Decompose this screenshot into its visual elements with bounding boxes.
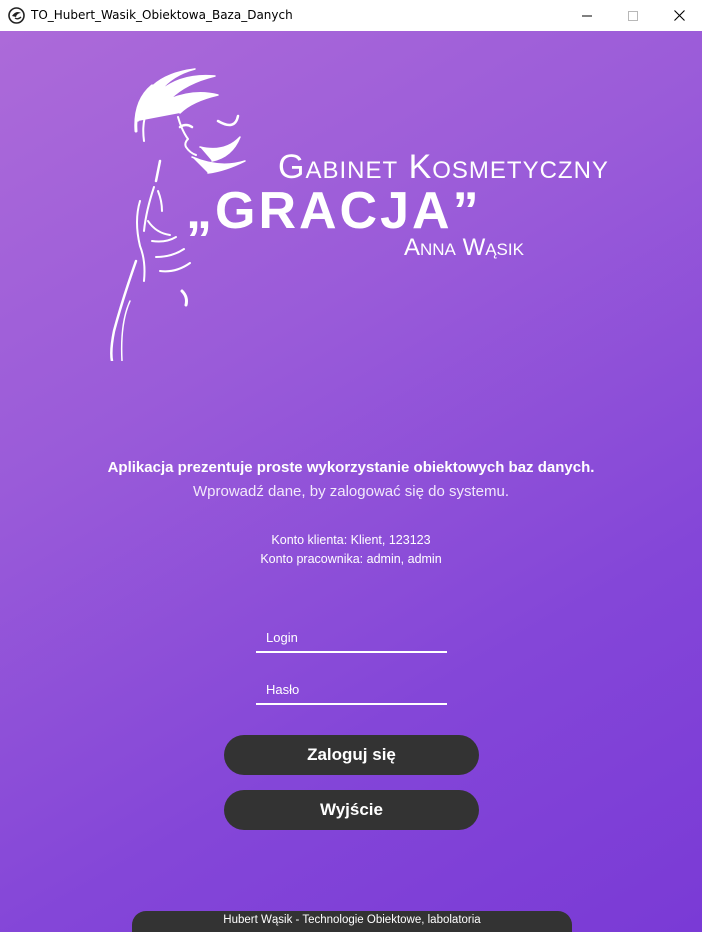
minimize-icon bbox=[582, 15, 592, 16]
intro-instruction: Wprowadź dane, by zalogować się do syste… bbox=[193, 483, 509, 500]
maximize-icon bbox=[628, 10, 638, 21]
exit-button[interactable]: Wyjście bbox=[224, 790, 479, 830]
password-input[interactable] bbox=[256, 675, 447, 703]
client-account-info: Konto klienta: Klient, 123123 bbox=[271, 533, 431, 547]
login-panel: Gabinet Kosmetyczny „GRACJA” Anna Wąsik … bbox=[0, 31, 702, 932]
employee-account-info: Konto pracownika: admin, admin bbox=[260, 552, 442, 566]
close-icon bbox=[673, 10, 685, 21]
footer-bar: Hubert Wąsik - Technologie Obiektowe, la… bbox=[132, 911, 572, 932]
window-title: TO_Hubert_Wasik_Obiektowa_Baza_Danych bbox=[31, 8, 293, 22]
brand-owner: Anna Wąsik bbox=[404, 234, 524, 261]
intro-heading: Aplikacja prezentuje proste wykorzystani… bbox=[107, 459, 595, 476]
brand-name: „GRACJA” bbox=[186, 182, 482, 240]
password-field bbox=[256, 675, 447, 705]
close-button[interactable] bbox=[656, 0, 702, 31]
footer-text: Hubert Wąsik - Technologie Obiektowe, la… bbox=[223, 914, 481, 926]
login-input[interactable] bbox=[256, 623, 447, 651]
window-titlebar: TO_Hubert_Wasik_Obiektowa_Baza_Danych bbox=[0, 0, 702, 32]
app-icon bbox=[8, 7, 25, 24]
login-field bbox=[256, 623, 447, 653]
minimize-button[interactable] bbox=[564, 0, 610, 31]
maximize-button[interactable] bbox=[610, 0, 656, 31]
login-button[interactable]: Zaloguj się bbox=[224, 735, 479, 775]
